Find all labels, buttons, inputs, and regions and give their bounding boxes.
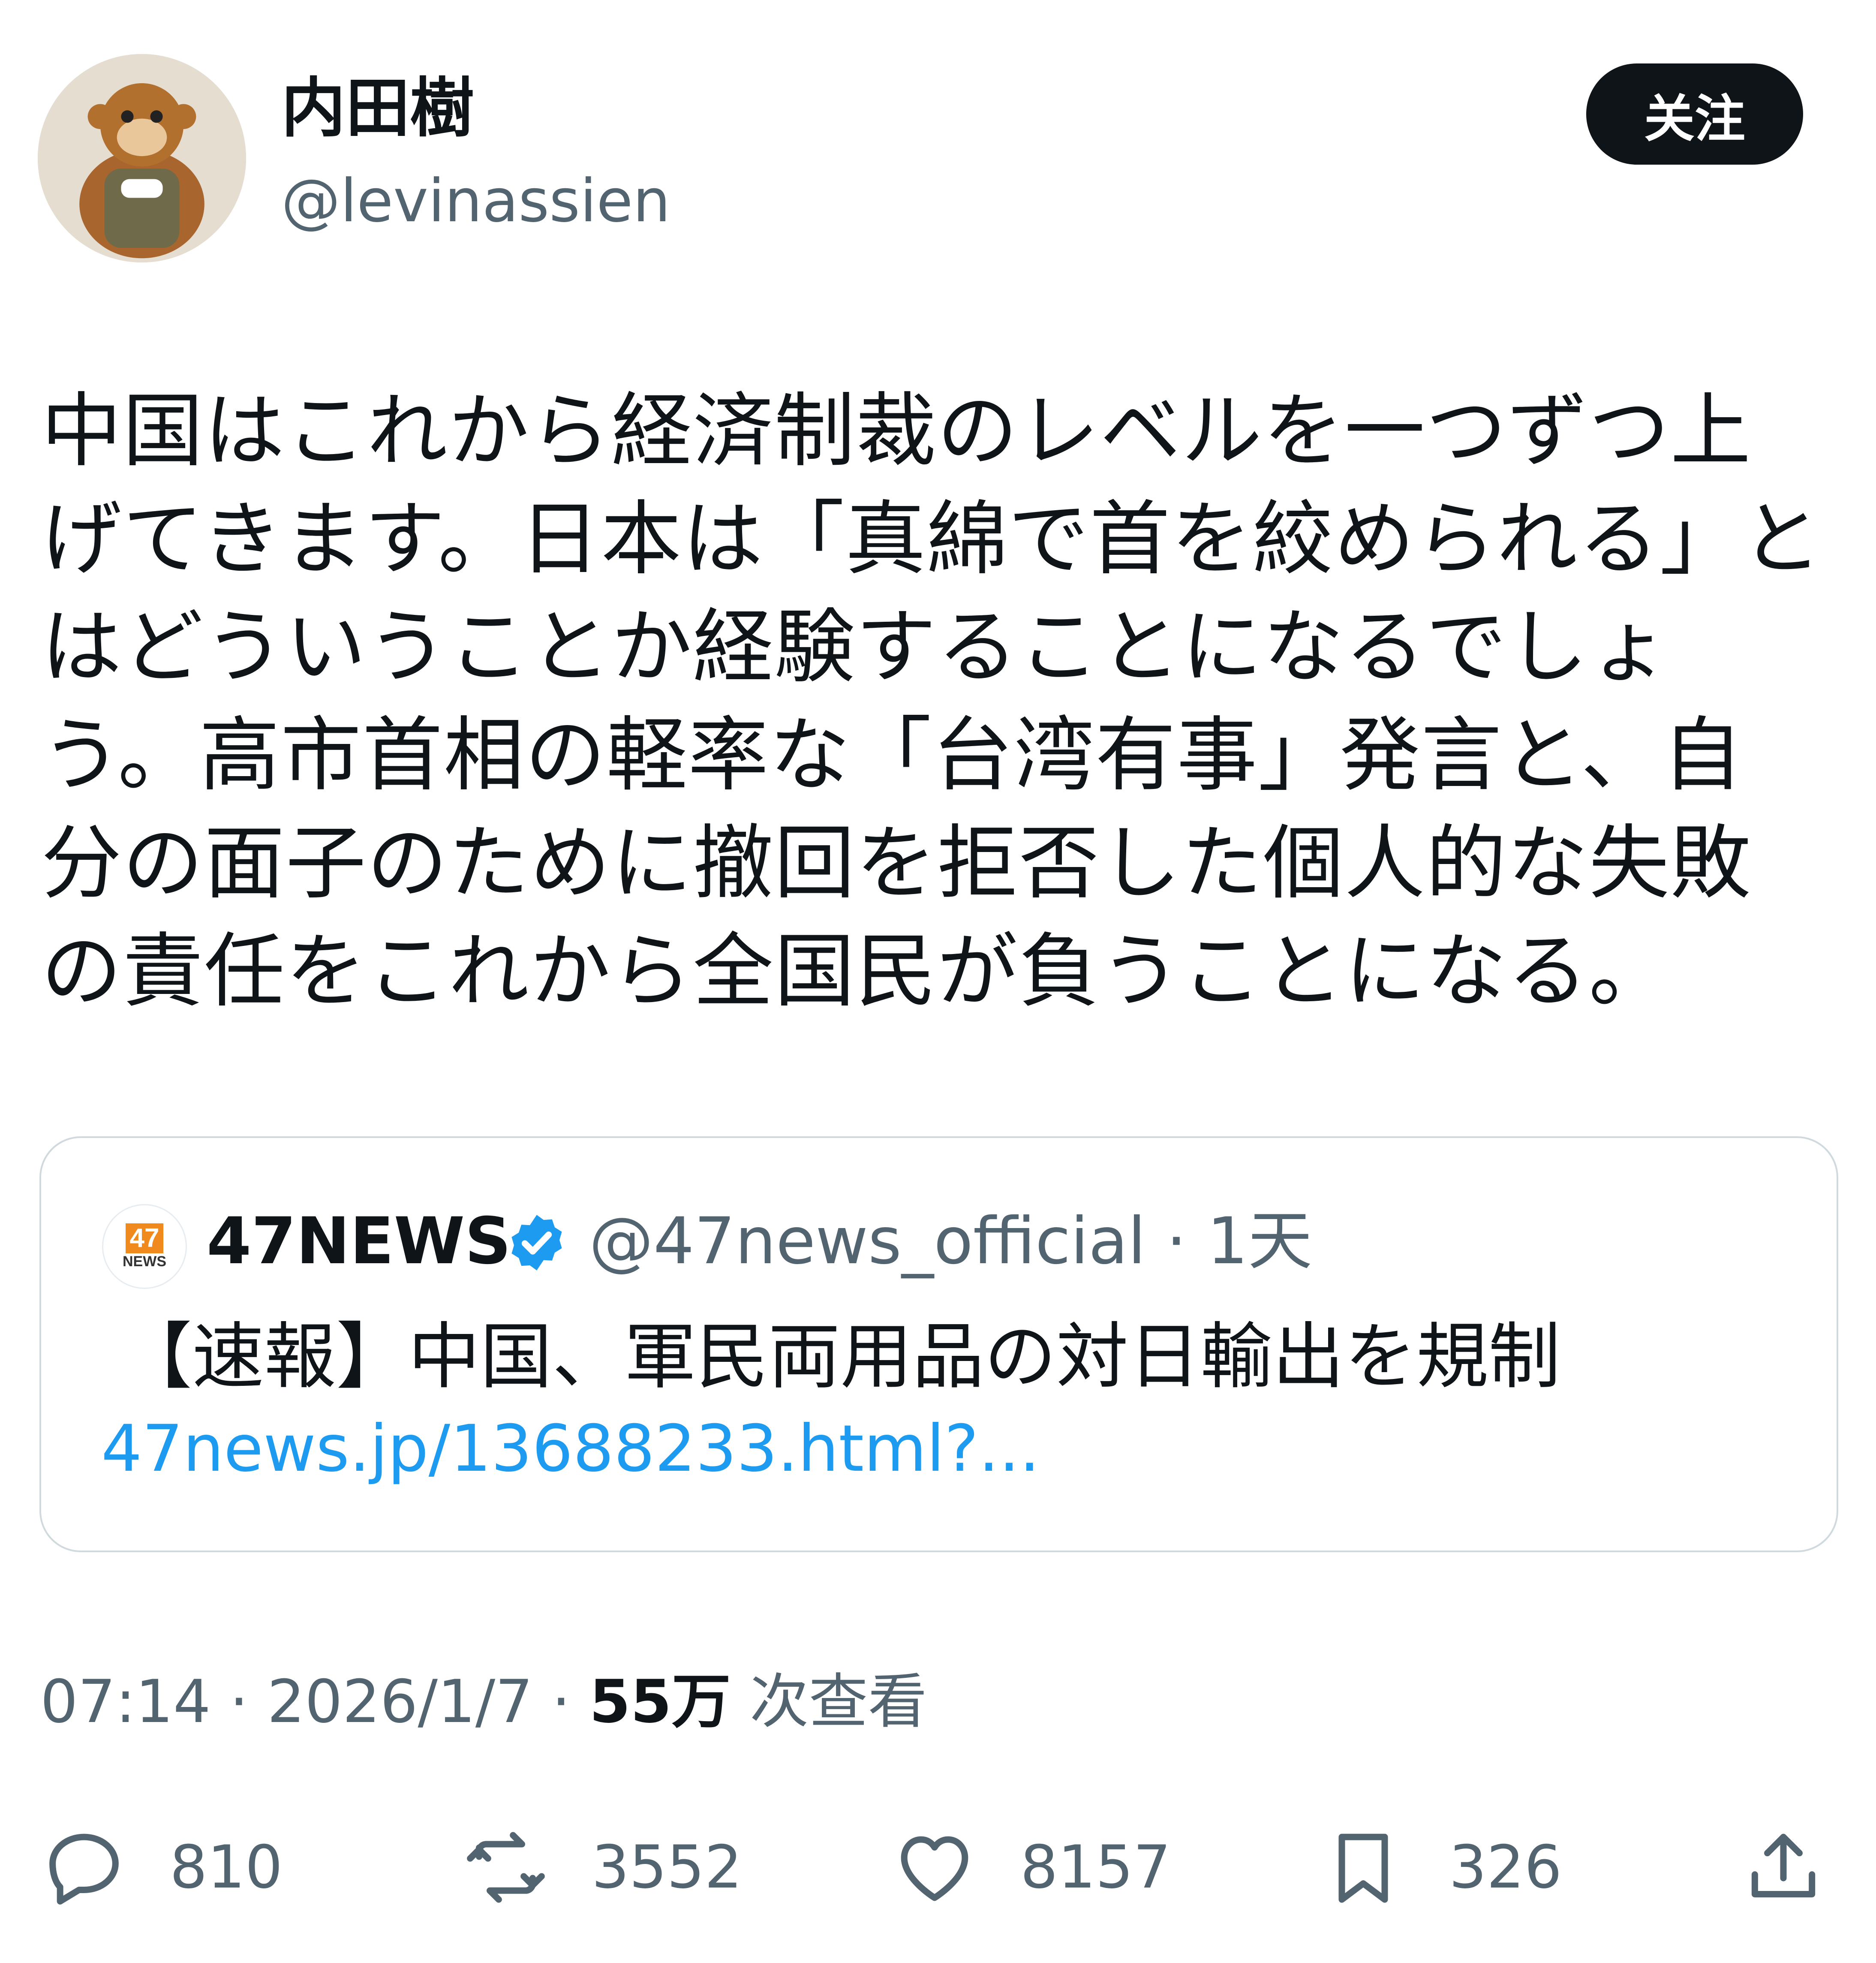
quoted-avatar-label: NEWS: [123, 1253, 166, 1270]
reply-icon: [49, 1834, 119, 1905]
plush-monkey-avatar-icon: [38, 54, 246, 262]
author-display-name[interactable]: 内田樹: [281, 76, 474, 141]
action-bar: 810 3552 8157 326: [0, 1818, 1876, 1917]
quoted-tweet-text: 【速報】中国、軍民両用品の対日輸出を規制: [120, 1315, 1560, 1399]
bookmark-icon: [1338, 1834, 1388, 1903]
quoted-author-name[interactable]: 47NEWS: [207, 1209, 511, 1274]
share-button[interactable]: [1741, 1818, 1826, 1917]
share-icon: [1751, 1834, 1816, 1897]
verified-badge-icon: [511, 1215, 562, 1271]
bookmark-button[interactable]: 326: [1320, 1818, 1562, 1917]
reply-button[interactable]: 810: [41, 1818, 283, 1917]
tweet-meta: 07:14 · 2026/1/7 · 55万 次查看: [40, 1672, 927, 1731]
repost-button[interactable]: 3552: [463, 1818, 742, 1917]
heart-icon: [901, 1836, 968, 1901]
author-handle[interactable]: @levinassien: [281, 172, 670, 231]
views-count: 55万: [589, 1667, 731, 1736]
quoted-author-avatar[interactable]: 47 NEWS: [102, 1204, 187, 1289]
like-button[interactable]: 8157: [892, 1818, 1171, 1917]
repost-icon: [467, 1832, 545, 1903]
reply-count: 810: [170, 1833, 283, 1902]
quoted-avatar-number: 47: [125, 1223, 164, 1253]
author-avatar[interactable]: [38, 54, 246, 262]
tweet-text: 中国はこれから経済制裁のレベルを一つずつ上げてきます。日本は「真綿で首を絞められ…: [41, 384, 1823, 1018]
quoted-link[interactable]: 47news.jp/13688233.html?...: [101, 1417, 1040, 1481]
quoted-tweet-card[interactable]: 47 NEWS 47NEWS @47news_official · 1天 【速報…: [39, 1136, 1838, 1552]
timestamp[interactable]: 07:14 · 2026/1/7 ·: [40, 1667, 589, 1736]
repost-count: 3552: [592, 1833, 743, 1902]
like-count: 8157: [1020, 1833, 1171, 1902]
follow-button[interactable]: 关注: [1586, 63, 1803, 165]
quoted-handle-time: @47news_official · 1天: [589, 1204, 1313, 1279]
views-label: 次查看: [731, 1667, 927, 1736]
bookmark-count: 326: [1449, 1833, 1562, 1902]
